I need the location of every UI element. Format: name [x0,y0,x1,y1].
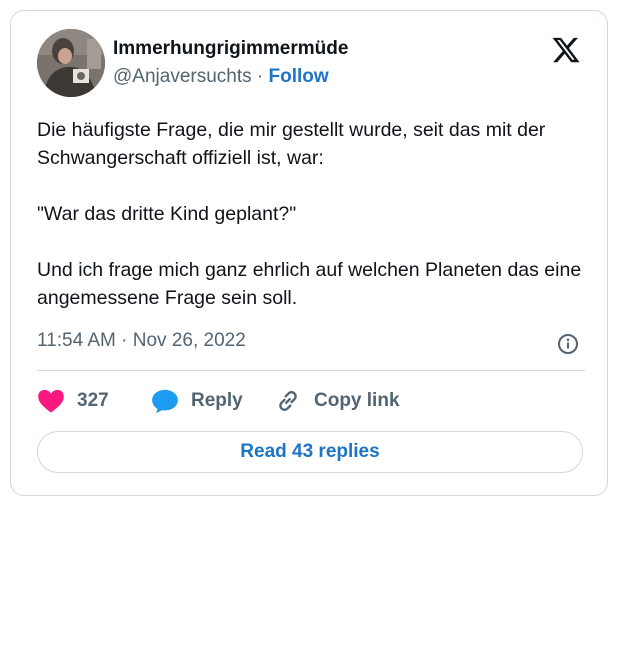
info-icon[interactable] [556,332,580,356]
like-button[interactable]: 327 [37,384,109,418]
handle-row: @Anjaversuchts · Follow [113,66,329,88]
user-handle[interactable]: @Anjaversuchts [113,66,252,87]
heart-icon [38,389,64,413]
display-name[interactable]: Immerhungrigimmermüde [113,38,348,60]
read-replies-button[interactable]: Read 43 replies [37,431,583,473]
avatar[interactable] [37,29,105,97]
like-count: 327 [77,390,109,411]
avatar-photo [37,29,105,97]
copy-link-label: Copy link [314,390,400,411]
copy-link-button[interactable]: Copy link [274,384,400,418]
link-icon [279,391,297,411]
reply-label: Reply [191,390,243,411]
tweet-text: Die häufigste Frage, die mir gestellt wu… [37,119,582,309]
follow-link[interactable]: Follow [269,66,329,87]
reply-button[interactable]: Reply [151,384,243,418]
timestamp-link[interactable]: 11:54 AM · Nov 26, 2022 [37,330,246,352]
speech-bubble-icon [152,389,178,414]
divider [37,370,585,371]
tweet-card: Immerhungrigimmermüde @Anjaversuchts · F… [10,10,608,496]
x-logo-icon[interactable] [551,35,581,65]
separator: · [251,66,269,87]
